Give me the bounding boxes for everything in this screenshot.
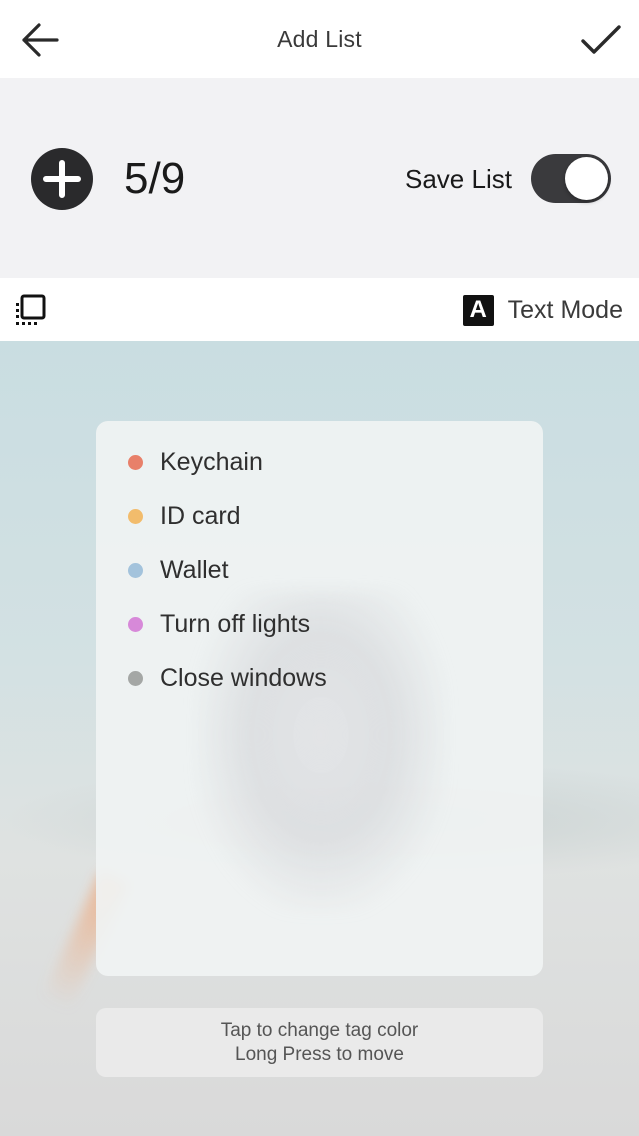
done-button[interactable] [581, 20, 621, 60]
text-mode-icon: A [462, 294, 494, 326]
arrow-left-icon [22, 23, 59, 57]
list-item-label: Keychain [160, 447, 263, 476]
plus-circle-icon [43, 160, 81, 198]
hint-line: Tap to change tag color [220, 1019, 419, 1041]
tag-color-dot[interactable] [128, 508, 143, 524]
card-blur-shape [196, 591, 446, 911]
page-title: Add List [277, 25, 362, 52]
tag-color-dot[interactable] [128, 562, 143, 578]
text-mode-button[interactable]: A Text Mode [462, 294, 623, 326]
list-item-label: ID card [160, 501, 241, 530]
tag-color-dot[interactable] [128, 454, 143, 470]
list-item[interactable]: ID card [128, 501, 241, 531]
text-mode-label: Text Mode [507, 295, 623, 324]
item-count: 5/9 [124, 154, 186, 203]
tag-color-dot[interactable] [128, 616, 143, 632]
list-item-label: Close windows [160, 663, 327, 692]
tag-color-dot[interactable] [128, 670, 143, 686]
layer-select-icon [16, 294, 46, 325]
layer-select-button[interactable] [14, 294, 48, 328]
background-canvas: Keychain ID card Wallet Turn off lights … [0, 341, 639, 1136]
list-item[interactable]: Keychain [128, 447, 263, 477]
mode-toolbar: A Text Mode [0, 278, 639, 341]
list-item[interactable]: Turn off lights [128, 609, 310, 639]
save-list-toggle[interactable] [531, 154, 611, 203]
add-item-button[interactable] [31, 148, 93, 210]
back-button[interactable] [20, 20, 60, 60]
save-list-label: Save List [405, 164, 512, 194]
list-item-label: Turn off lights [160, 609, 311, 638]
list-item[interactable]: Wallet [128, 555, 229, 585]
list-count-bar: 5/9 Save List [0, 78, 639, 278]
add-list-screen: Add List 5/9 Save List A Text Mode Keych… [0, 0, 639, 1136]
list-item[interactable]: Close windows [128, 663, 327, 693]
navigation-bar: Add List [0, 0, 639, 78]
list-item-label: Wallet [160, 555, 229, 584]
checkmark-icon [581, 25, 621, 54]
hint-box: Tap to change tag color Long Press to mo… [96, 1008, 543, 1077]
list-card[interactable]: Keychain ID card Wallet Turn off lights … [96, 421, 543, 976]
hint-line: Long Press to move [235, 1043, 404, 1065]
toggle-knob [565, 157, 608, 200]
